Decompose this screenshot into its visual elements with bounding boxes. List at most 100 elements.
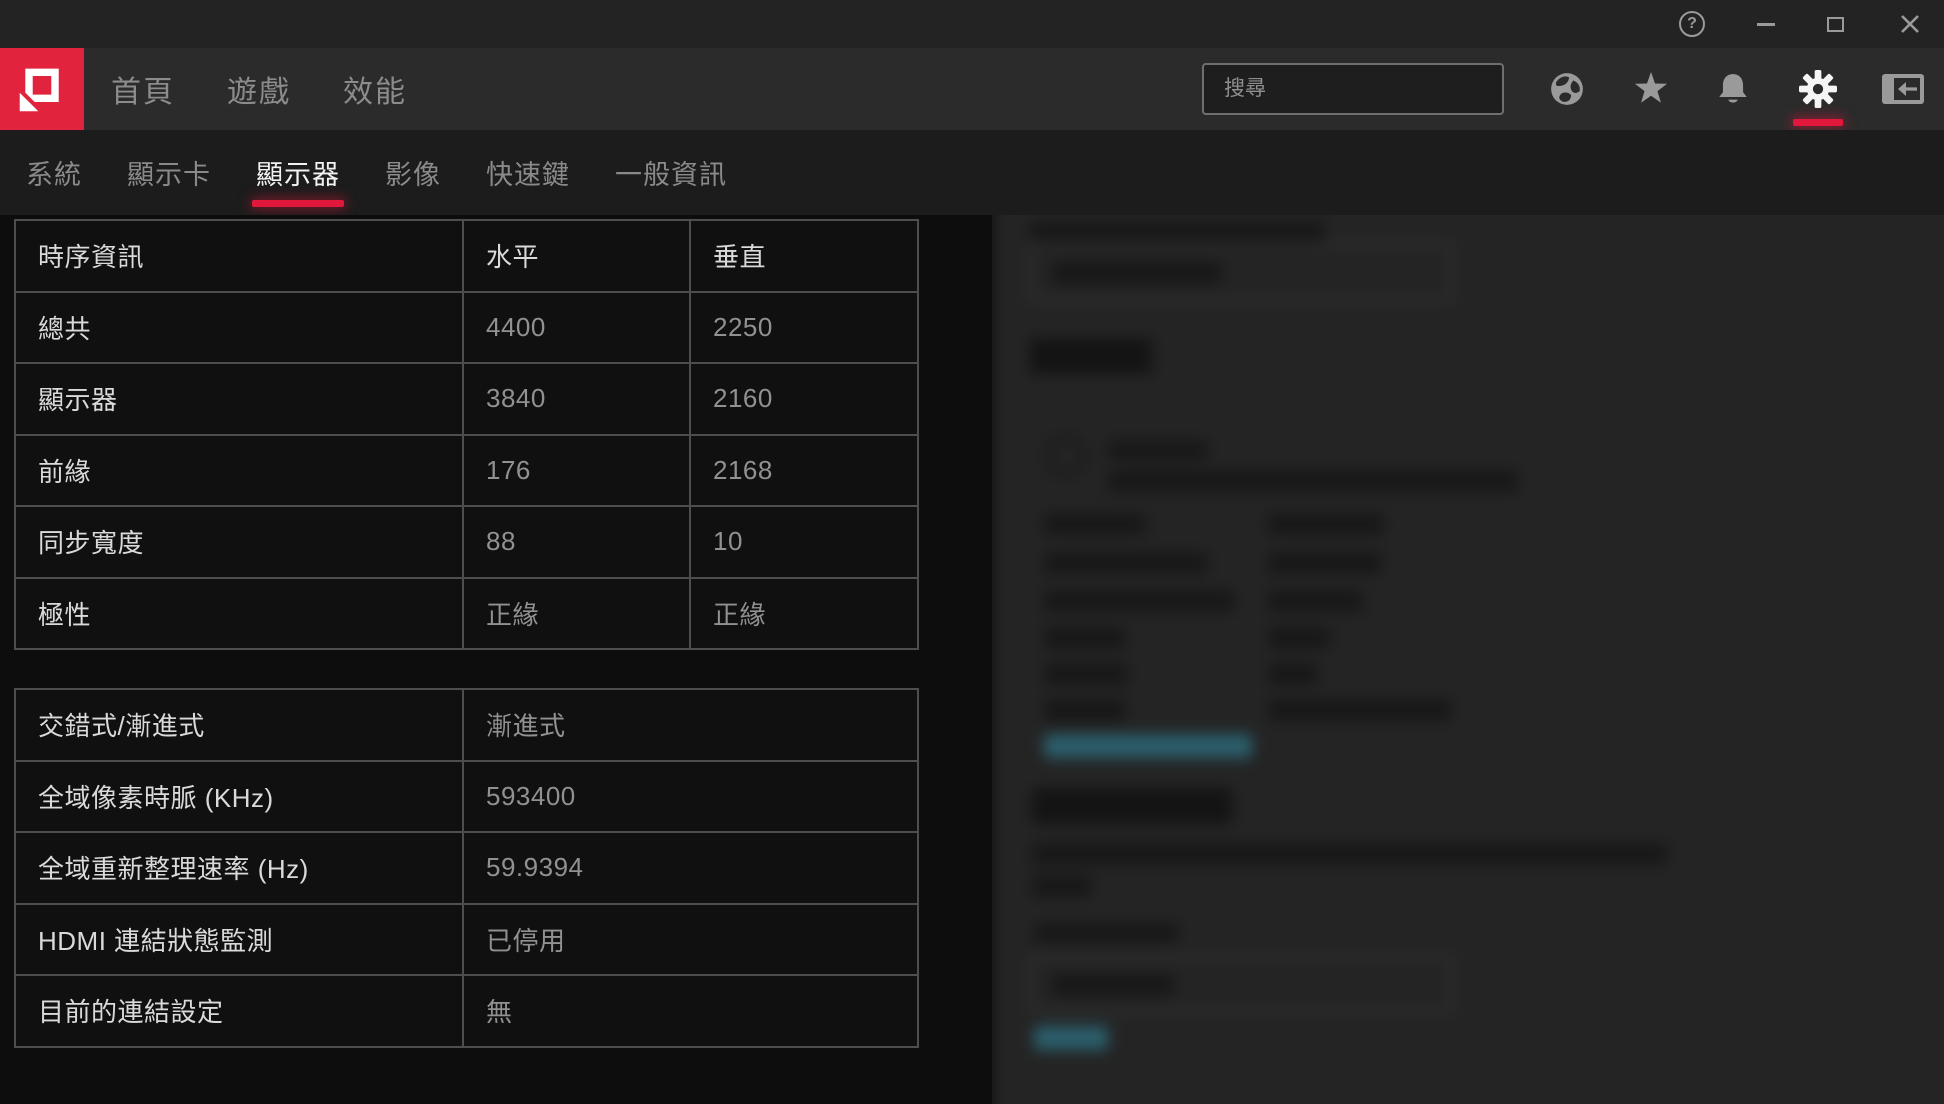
blurred-label	[1044, 590, 1234, 612]
blurred-value	[1268, 513, 1384, 535]
blurred-text-bar	[1108, 440, 1208, 460]
blurred-dropdown[interactable]	[1030, 243, 1452, 301]
blurred-value	[1268, 590, 1363, 612]
maximize-icon	[1827, 17, 1844, 32]
row-value: 漸進式	[463, 689, 918, 761]
amd-arrow-icon	[16, 63, 68, 115]
display-options-pane-blurred	[992, 215, 1944, 1104]
table-row: 顯示器 3840 2160	[15, 363, 918, 435]
row-label: 目前的連結設定	[15, 975, 463, 1047]
table-row: 目前的連結設定 無	[15, 975, 918, 1047]
blurred-section-heading	[1030, 338, 1152, 374]
tab-active-underline	[252, 200, 344, 207]
settings-active-indicator	[1793, 119, 1843, 126]
table-row: 極性 正緣 正緣	[15, 578, 918, 650]
language-button[interactable]	[1539, 56, 1595, 122]
nav-item-gaming[interactable]: 遊戲	[227, 67, 291, 111]
row-value-v: 2168	[690, 435, 918, 507]
tab-graphics-card[interactable]: 顯示卡	[127, 130, 211, 215]
row-label: 總共	[15, 292, 463, 364]
table-row: 交錯式/漸進式 漸進式	[15, 689, 918, 761]
dock-left-arrow-icon	[1880, 72, 1926, 106]
blurred-overlay	[992, 215, 1944, 1104]
tab-system[interactable]: 系統	[26, 130, 82, 215]
row-value: 無	[463, 975, 918, 1047]
table-row: 全域像素時脈 (KHz) 593400	[15, 761, 918, 833]
blurred-label	[1044, 552, 1208, 574]
row-value: 593400	[463, 761, 918, 833]
settings-subnav: 系統 顯示卡 顯示器 影像 快速鍵 一般資訊	[0, 130, 1944, 215]
blurred-label	[1044, 663, 1128, 685]
table-row: 前緣 176 2168	[15, 435, 918, 507]
tab-display[interactable]: 顯示器	[256, 130, 340, 215]
table-row: 全域重新整理速率 (Hz) 59.9394	[15, 832, 918, 904]
minimize-button[interactable]	[1744, 2, 1788, 46]
horizontal-header: 水平	[463, 220, 690, 292]
table-row: HDMI 連結狀態監測 已停用	[15, 904, 918, 976]
row-value-v: 2250	[690, 292, 918, 364]
row-label: 前緣	[15, 435, 463, 507]
blurred-label	[1044, 627, 1126, 649]
blurred-device-icon	[1046, 436, 1086, 476]
tab-hotkeys[interactable]: 快速鍵	[486, 130, 570, 215]
row-label: 顯示器	[15, 363, 463, 435]
blurred-label	[1044, 513, 1146, 535]
blurred-label	[1044, 699, 1126, 721]
row-value-h: 4400	[463, 292, 690, 364]
minimize-icon	[1757, 23, 1775, 26]
settings-button[interactable]	[1790, 56, 1846, 122]
nav-item-home[interactable]: 首頁	[111, 67, 175, 111]
timing-detail-pane: 時序資訊 水平 垂直 總共 4400 2250 顯示器 3840 2160 前緣…	[0, 215, 992, 1104]
titlebar: ?	[0, 0, 1944, 48]
maximize-button[interactable]	[1813, 2, 1857, 46]
gear-icon	[1799, 70, 1837, 108]
blurred-section-heading	[1032, 788, 1232, 824]
row-label: HDMI 連結狀態監測	[15, 904, 463, 976]
row-value-v: 10	[690, 506, 918, 578]
search-input[interactable]	[1204, 77, 1505, 101]
close-button[interactable]	[1888, 2, 1932, 46]
favorites-button[interactable]	[1623, 56, 1679, 122]
row-value-v: 正緣	[690, 578, 918, 650]
table-row: 時序資訊 水平 垂直	[15, 220, 918, 292]
blurred-value	[1268, 663, 1318, 685]
vertical-header: 垂直	[690, 220, 918, 292]
amd-logo[interactable]	[0, 48, 84, 130]
main-nav: 首頁 遊戲 效能	[111, 48, 407, 130]
blurred-text-bar	[1052, 974, 1174, 996]
table-row: 總共 4400 2250	[15, 292, 918, 364]
bell-icon	[1715, 71, 1751, 107]
row-label: 全域重新整理速率 (Hz)	[15, 832, 463, 904]
timing-table: 時序資訊 水平 垂直 總共 4400 2250 顯示器 3840 2160 前緣…	[14, 219, 919, 650]
blurred-value	[1268, 699, 1452, 721]
blurred-paragraph-line	[1032, 843, 1667, 865]
blurred-value	[1268, 552, 1382, 574]
link-settings-table: 交錯式/漸進式 漸進式 全域像素時脈 (KHz) 593400 全域重新整理速率…	[14, 688, 919, 1048]
overlay-button[interactable]	[1875, 56, 1931, 122]
table-row: 同步寬度 88 10	[15, 506, 918, 578]
row-value-h: 正緣	[463, 578, 690, 650]
nav-item-performance[interactable]: 效能	[343, 67, 407, 111]
row-label: 同步寬度	[15, 506, 463, 578]
notifications-button[interactable]	[1705, 56, 1761, 122]
blurred-paragraph-line	[1032, 875, 1092, 897]
row-value-v: 2160	[690, 363, 918, 435]
amd-software-window: ? 首頁 遊戲 效能	[0, 0, 1944, 1104]
blurred-teal-link[interactable]	[1044, 734, 1252, 758]
tab-general-info[interactable]: 一般資訊	[615, 130, 727, 215]
globe-icon	[1549, 71, 1585, 107]
row-label: 交錯式/漸進式	[15, 689, 463, 761]
star-icon	[1633, 71, 1669, 107]
help-icon: ?	[1679, 11, 1705, 37]
close-icon	[1900, 14, 1920, 34]
row-value-h: 88	[463, 506, 690, 578]
blurred-text-bar	[1030, 221, 1325, 245]
row-value: 59.9394	[463, 832, 918, 904]
blurred-dropdown[interactable]	[1030, 956, 1452, 1012]
search-box	[1202, 63, 1504, 115]
tab-video[interactable]: 影像	[385, 130, 441, 215]
help-button[interactable]: ?	[1670, 2, 1714, 46]
tab-display-label: 顯示器	[256, 153, 340, 192]
blurred-teal-button[interactable]	[1034, 1026, 1108, 1050]
row-label: 極性	[15, 578, 463, 650]
